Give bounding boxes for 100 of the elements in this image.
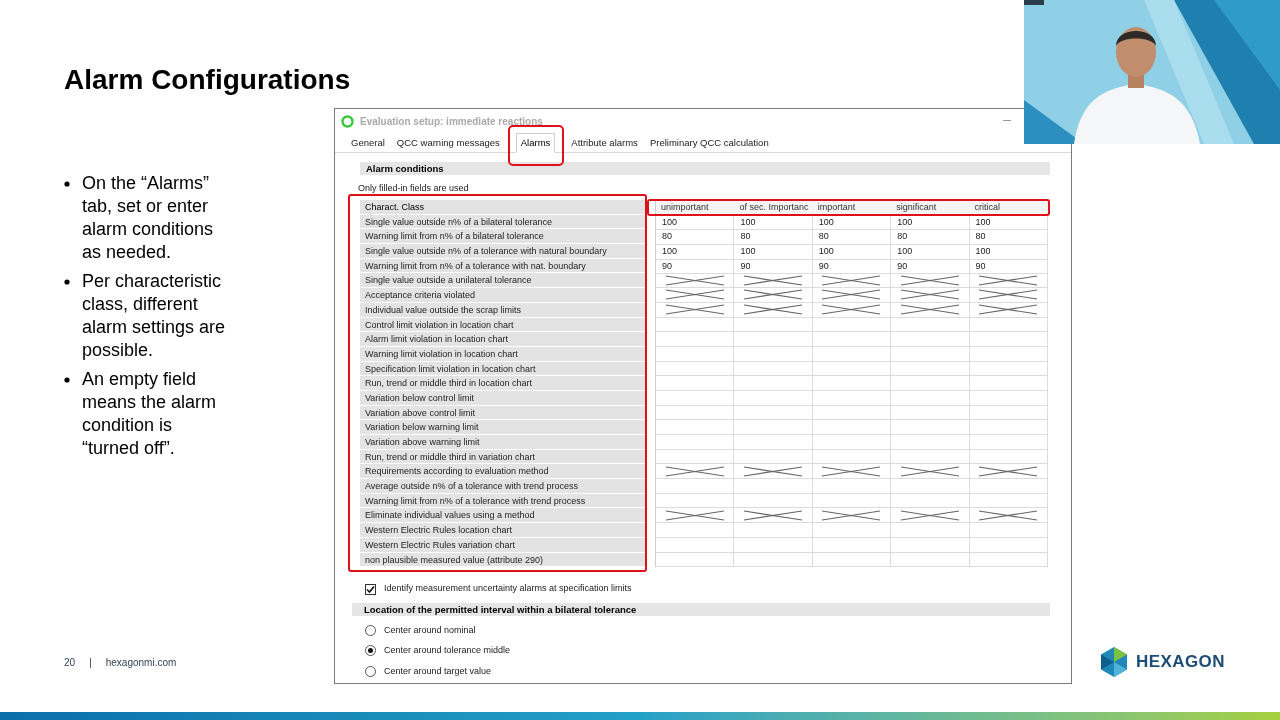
table-cell[interactable]: 80 xyxy=(656,229,735,246)
table-cell[interactable]: 100 xyxy=(969,244,1048,260)
table-cell[interactable] xyxy=(734,537,813,553)
table-cell[interactable] xyxy=(969,346,1048,362)
table-cell[interactable] xyxy=(734,523,813,538)
minimize-icon[interactable] xyxy=(1003,120,1011,122)
table-cell[interactable] xyxy=(891,361,970,377)
table-cell[interactable]: 90 xyxy=(891,258,970,275)
table-cell[interactable] xyxy=(969,523,1048,538)
table-cell[interactable] xyxy=(656,435,735,450)
table-cell[interactable] xyxy=(891,420,970,435)
table-cell[interactable] xyxy=(734,479,813,494)
table-cell[interactable] xyxy=(969,405,1048,421)
table-cell[interactable]: 100 xyxy=(812,244,892,260)
table-cell[interactable] xyxy=(656,390,735,406)
table-cell[interactable] xyxy=(891,449,970,465)
table-cell[interactable]: 100 xyxy=(656,214,735,231)
radio-button[interactable] xyxy=(365,645,376,657)
table-cell[interactable]: 80 xyxy=(812,229,892,246)
table-cell[interactable] xyxy=(734,435,813,450)
table-cell[interactable] xyxy=(891,390,970,406)
table-cell[interactable] xyxy=(969,449,1048,465)
table-cell[interactable] xyxy=(734,390,813,406)
table-cell[interactable] xyxy=(734,552,813,568)
table-cell[interactable]: 100 xyxy=(734,244,813,260)
table-cell[interactable]: 80 xyxy=(734,229,813,246)
table-cell[interactable]: 100 xyxy=(656,244,735,260)
table-cell[interactable]: 90 xyxy=(812,258,892,275)
table-cell[interactable] xyxy=(734,332,813,347)
tab[interactable]: Preliminary QCC calculation xyxy=(645,134,773,152)
table-cell[interactable] xyxy=(891,405,970,421)
table-cell[interactable] xyxy=(734,376,813,391)
table-cell[interactable] xyxy=(969,420,1048,435)
table-cell[interactable]: 90 xyxy=(734,258,813,275)
table-cell[interactable] xyxy=(812,493,892,509)
checkbox[interactable] xyxy=(365,583,376,595)
table-cell[interactable] xyxy=(891,332,970,347)
table-cell[interactable] xyxy=(734,420,813,435)
table-cell[interactable] xyxy=(812,332,892,347)
table-cell[interactable] xyxy=(734,361,813,377)
table-cell[interactable]: 100 xyxy=(734,214,813,231)
table-cell[interactable] xyxy=(656,376,735,391)
table-cell[interactable] xyxy=(891,376,970,391)
table-cell[interactable]: 80 xyxy=(891,229,970,246)
table-cell[interactable] xyxy=(969,435,1048,450)
table-cell[interactable] xyxy=(656,361,735,377)
tab[interactable]: General xyxy=(347,134,389,152)
table-cell[interactable] xyxy=(812,435,892,450)
table-cell[interactable]: 100 xyxy=(969,214,1048,231)
table-cell[interactable] xyxy=(812,552,892,568)
table-cell[interactable] xyxy=(656,405,735,421)
table-cell[interactable] xyxy=(969,332,1048,347)
table-cell[interactable] xyxy=(812,537,892,553)
table-cell[interactable] xyxy=(734,449,813,465)
table-cell[interactable] xyxy=(969,479,1048,494)
table-cell[interactable] xyxy=(969,537,1048,553)
table-cell[interactable] xyxy=(891,317,970,333)
table-cell[interactable] xyxy=(891,552,970,568)
radio-button[interactable] xyxy=(365,665,376,677)
table-cell[interactable] xyxy=(734,346,813,362)
table-cell[interactable] xyxy=(812,346,892,362)
table-cell[interactable] xyxy=(891,435,970,450)
table-cell[interactable] xyxy=(656,332,735,347)
table-cell[interactable]: 100 xyxy=(812,214,892,231)
table-cell[interactable] xyxy=(812,479,892,494)
table-cell[interactable]: 100 xyxy=(891,214,970,231)
table-cell[interactable] xyxy=(891,479,970,494)
table-cell[interactable] xyxy=(812,449,892,465)
table-cell[interactable] xyxy=(656,537,735,553)
table-cell[interactable] xyxy=(812,376,892,391)
table-cell[interactable] xyxy=(812,317,892,333)
table-cell[interactable]: 90 xyxy=(969,258,1048,275)
table-cell[interactable]: 80 xyxy=(969,229,1048,246)
table-cell[interactable] xyxy=(969,361,1048,377)
table-cell[interactable] xyxy=(812,361,892,377)
table-cell[interactable] xyxy=(656,493,735,509)
table-cell[interactable] xyxy=(656,479,735,494)
table-cell[interactable] xyxy=(656,346,735,362)
table-cell[interactable]: 90 xyxy=(656,258,735,275)
table-cell[interactable] xyxy=(812,523,892,538)
tab[interactable]: Alarms xyxy=(515,133,556,153)
table-cell[interactable] xyxy=(656,523,735,538)
table-cell[interactable] xyxy=(891,493,970,509)
table-cell[interactable] xyxy=(969,552,1048,568)
table-cell[interactable] xyxy=(656,317,735,333)
table-cell[interactable] xyxy=(734,317,813,333)
tab[interactable]: Attribute alarms xyxy=(567,134,642,152)
table-cell[interactable] xyxy=(734,493,813,509)
table-cell[interactable] xyxy=(812,390,892,406)
table-cell[interactable] xyxy=(969,376,1048,391)
table-cell[interactable] xyxy=(812,420,892,435)
radio-button[interactable] xyxy=(365,624,376,636)
table-cell[interactable] xyxy=(969,390,1048,406)
table-cell[interactable] xyxy=(656,420,735,435)
tab[interactable]: QCC warning messages xyxy=(392,134,504,152)
table-cell[interactable] xyxy=(969,493,1048,509)
table-cell[interactable] xyxy=(891,537,970,553)
table-cell[interactable] xyxy=(656,552,735,568)
table-cell[interactable] xyxy=(812,405,892,421)
table-cell[interactable] xyxy=(891,346,970,362)
